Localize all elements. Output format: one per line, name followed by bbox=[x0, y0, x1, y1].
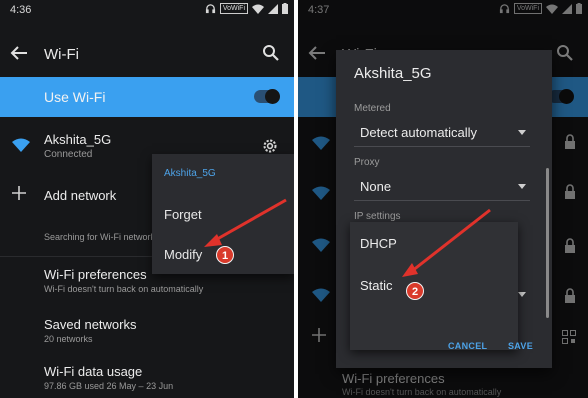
step-callout: 1 bbox=[216, 246, 234, 264]
annotation-arrow bbox=[402, 208, 491, 277]
step-callout: 2 bbox=[406, 282, 424, 300]
wifi-settings-screen: 4:36 VoWiFi Wi-Fi Use Wi-Fi Akshita_5G C… bbox=[0, 0, 294, 398]
modify-network-screen: 4:37 VoWiFi Wi-Fi Wi-Fi preferences Wi-F… bbox=[298, 0, 588, 398]
annotation-arrow bbox=[204, 198, 287, 247]
